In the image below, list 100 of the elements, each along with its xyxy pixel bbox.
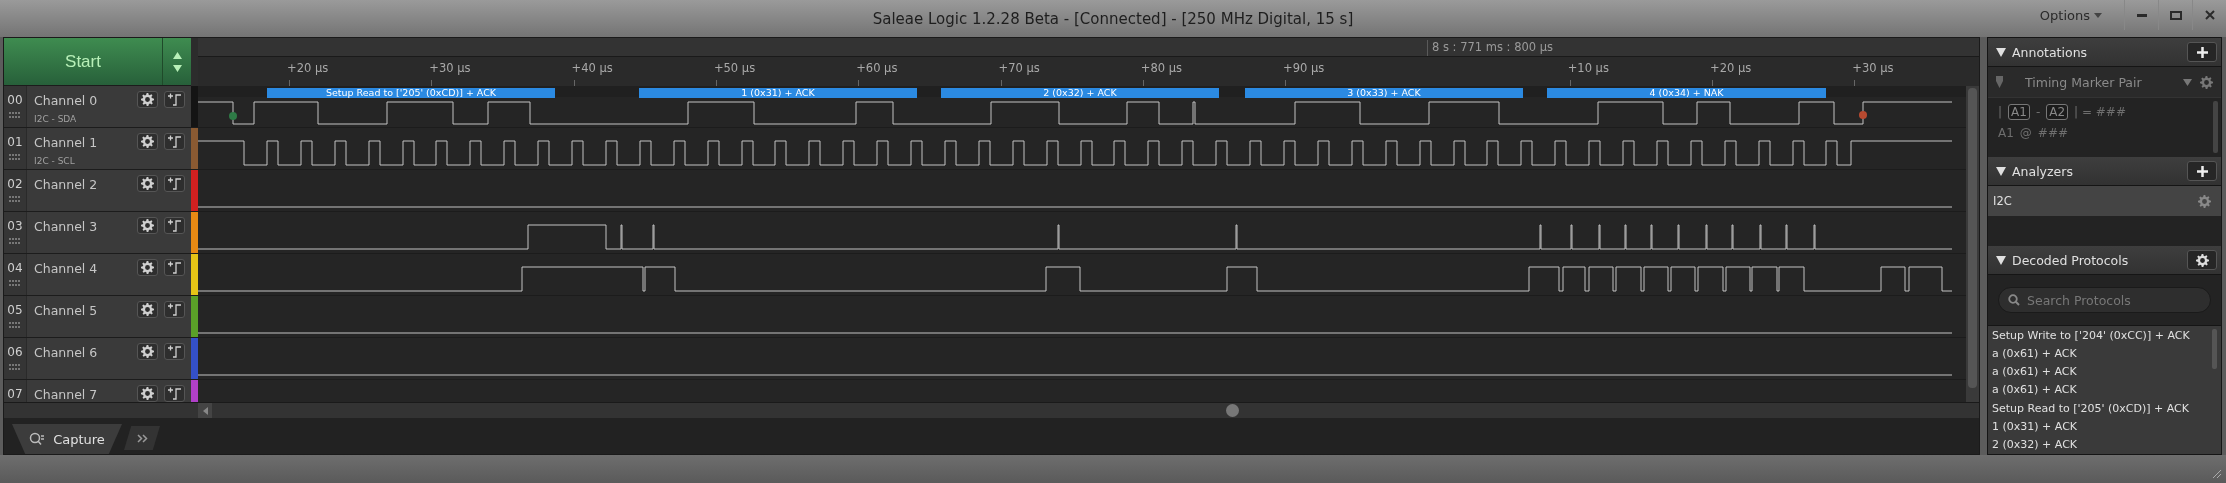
options-menu[interactable]: Options: [2035, 7, 2106, 23]
trigger-button[interactable]: [164, 91, 185, 108]
decoded-protocol-item[interactable]: 2 (0x32) + ACK: [1988, 435, 2221, 454]
marker-tag: A2: [2046, 104, 2069, 120]
measurement-text: | = ###: [2074, 105, 2126, 119]
resize-grip-icon[interactable]: [2210, 467, 2222, 479]
channel-settings-button[interactable]: [137, 175, 158, 192]
channel-name: Channel 0: [34, 93, 99, 108]
measurement-text: ###: [2037, 126, 2068, 140]
add-annotation-button[interactable]: [2187, 42, 2217, 62]
gear-icon: [141, 387, 154, 400]
collapse-triangle-icon: [1996, 166, 2006, 176]
trigger-button[interactable]: [164, 343, 185, 360]
dropdown-caret-icon[interactable]: [2183, 78, 2192, 86]
start-button[interactable]: Start: [4, 38, 191, 86]
analyzer-item[interactable]: I2C: [1988, 186, 2221, 216]
channel-number: 05: [7, 303, 23, 317]
trigger-button[interactable]: [164, 259, 185, 276]
caret-icon: [2094, 12, 2102, 18]
measurement-text: @: [2019, 126, 2032, 140]
measurement-text: -: [2035, 105, 2041, 119]
time-tick-label: +30 µs: [429, 61, 471, 75]
plus-icon: [2196, 46, 2208, 58]
decoded-protocol-item[interactable]: a (0x61) + ACK: [1988, 344, 2221, 363]
decoded-protocol-item[interactable]: a (0x61) + ACK: [1988, 362, 2221, 381]
channel-settings-button[interactable]: [137, 385, 158, 402]
channel-name: Channel 6: [34, 345, 99, 360]
channel-name: Channel 1: [34, 135, 99, 150]
grip-icon[interactable]: [9, 196, 21, 202]
left-arrow-icon: [202, 406, 208, 415]
plus-icon: [2196, 165, 2208, 177]
search-field[interactable]: Search Protocols: [1998, 287, 2211, 313]
channel-name: Channel 4: [34, 261, 99, 276]
decoded-frame[interactable]: Setup Read to ['205' (0xCD)] + ACK: [267, 88, 555, 98]
gear-icon: [141, 303, 154, 316]
start-marker-icon: [229, 112, 237, 120]
trigger-edge-icon: [167, 387, 182, 400]
channel-settings-button[interactable]: [137, 133, 158, 150]
time-tick-label: +70 µs: [998, 61, 1040, 75]
decoded-protocol-item[interactable]: Setup Read to ['205' (0xCD)] + ACK: [1988, 399, 2221, 418]
grip-icon[interactable]: [9, 154, 21, 160]
timing-marker-label: 8 s : 771 ms : 800 µs: [1427, 40, 1554, 56]
minimize-icon: [2136, 13, 2147, 17]
channel-settings-button[interactable]: [137, 301, 158, 318]
trigger-button[interactable]: [164, 217, 185, 234]
scroll-left-button[interactable]: [198, 403, 212, 418]
channel-number: 06: [7, 345, 23, 359]
decoded-frame[interactable]: 2 (0x32) + ACK: [941, 88, 1219, 98]
search-icon: [29, 432, 46, 446]
gear-icon: [141, 219, 154, 232]
grip-icon[interactable]: [9, 364, 21, 370]
time-tick-label: +60 µs: [856, 61, 898, 75]
decoded-protocol-item[interactable]: 1 (0x31) + ACK: [1988, 417, 2221, 436]
marker-tag: A1: [2008, 104, 2030, 120]
gear-icon: [2198, 194, 2211, 208]
channel-settings-button[interactable]: [137, 91, 158, 108]
channel-name: Channel 2: [34, 177, 99, 192]
add-analyzer-button[interactable]: [2187, 161, 2217, 181]
gear-icon: [141, 177, 154, 190]
capture-tab[interactable]: Capture: [12, 424, 122, 454]
channel-number: 03: [7, 219, 23, 233]
protocol-settings-button[interactable]: [2187, 250, 2217, 270]
grip-icon[interactable]: [9, 238, 21, 244]
more-tabs-button[interactable]: [124, 426, 160, 450]
trigger-button[interactable]: [164, 385, 185, 402]
channel-name: Channel 5: [34, 303, 99, 318]
channel-settings-button[interactable]: [137, 259, 158, 276]
trigger-button[interactable]: [164, 301, 185, 318]
annotations-header[interactable]: Annotations: [1988, 38, 2221, 67]
decoded-frame[interactable]: 1 (0x31) + ACK: [639, 88, 917, 98]
trigger-button[interactable]: [164, 175, 185, 192]
gear-icon: [2195, 253, 2209, 267]
channel-number: 01: [7, 135, 23, 149]
decoded-frame[interactable]: 3 (0x33) + ACK: [1245, 88, 1523, 98]
time-tick-label: +20 µs: [287, 61, 329, 75]
decoded-protocols-header[interactable]: Decoded Protocols: [1988, 246, 2221, 275]
maximize-icon: [2169, 10, 2182, 20]
channel-settings-button[interactable]: [137, 217, 158, 234]
grip-icon[interactable]: [9, 112, 21, 118]
grip-icon[interactable]: [9, 280, 21, 286]
channel-settings-button[interactable]: [137, 343, 158, 360]
channel-number: 02: [7, 177, 23, 191]
vertical-scrollbar[interactable]: [1966, 86, 1979, 402]
trigger-edge-icon: [167, 177, 182, 190]
time-tick-label: +20 µs: [1710, 61, 1752, 75]
channel-name: Channel 7: [34, 387, 99, 402]
channel-number: 04: [7, 261, 23, 275]
decoded-protocol-item[interactable]: Setup Write to ['204' (0xCC)] + ACK: [1988, 326, 2221, 345]
gear-icon: [141, 93, 154, 106]
trigger-edge-icon: [167, 303, 182, 316]
scroll-thumb[interactable]: [1226, 404, 1239, 417]
gear-icon: [141, 345, 154, 358]
decoded-frame[interactable]: 4 (0x34) + NAK: [1547, 88, 1826, 98]
time-tick-label: +40 µs: [571, 61, 613, 75]
grip-icon[interactable]: [9, 322, 21, 328]
collapse-triangle-icon: [1996, 47, 2006, 57]
window-title: Saleae Logic 1.2.28 Beta - [Connected] - [250 MHz Digital, 15 s]: [872, 9, 1354, 28]
trigger-button[interactable]: [164, 133, 185, 150]
analyzers-header[interactable]: Analyzers: [1988, 157, 2221, 186]
decoded-protocol-item[interactable]: a (0x61) + ACK: [1988, 380, 2221, 400]
